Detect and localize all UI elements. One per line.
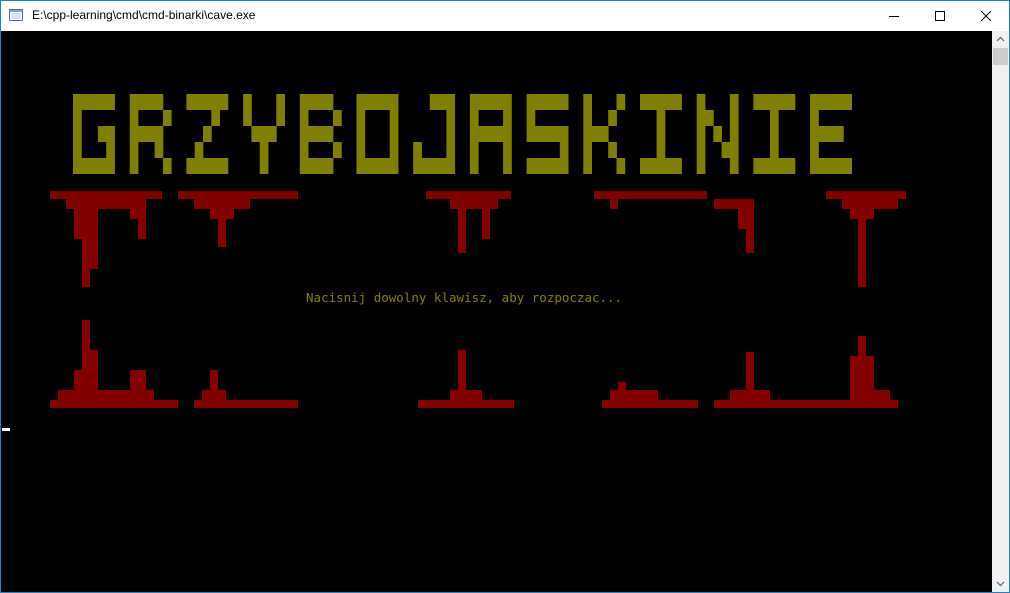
text-cursor xyxy=(2,428,10,431)
chevron-down-icon xyxy=(996,581,1005,587)
scroll-down-button[interactable] xyxy=(992,575,1009,592)
scroll-thumb[interactable] xyxy=(993,48,1008,65)
stalactite-block xyxy=(50,400,178,408)
stalactite-block xyxy=(842,199,898,209)
stalactite-block xyxy=(594,191,707,199)
title-letter xyxy=(696,94,739,174)
stalactite-block xyxy=(122,390,154,400)
title-letter xyxy=(413,94,456,174)
stalactite-block xyxy=(194,400,298,408)
scroll-up-button[interactable] xyxy=(992,31,1009,48)
console-app-icon xyxy=(9,9,23,21)
stalactite-block xyxy=(58,390,106,400)
stalactite-block xyxy=(426,191,511,199)
stalactite-block xyxy=(82,269,90,287)
title-letter xyxy=(810,94,852,174)
stalactite-block xyxy=(458,350,466,390)
game-art xyxy=(50,94,906,408)
stalactite-block xyxy=(82,350,98,370)
stalactite-block xyxy=(218,219,226,247)
stalactite-block xyxy=(194,199,250,209)
stalactite-block xyxy=(850,390,890,400)
title-letter xyxy=(640,94,682,174)
stalactite-block xyxy=(858,336,866,356)
stalactite-block xyxy=(138,219,146,239)
stalactite-block xyxy=(610,390,658,400)
title-letter xyxy=(583,94,626,174)
stalactite-block xyxy=(602,400,698,408)
stalactite-block xyxy=(74,209,98,239)
title-letter xyxy=(243,94,285,174)
stalactite-block xyxy=(106,199,146,209)
stalactite-block xyxy=(730,390,770,400)
stalactite-block xyxy=(610,199,618,209)
stalactite-block xyxy=(746,229,754,253)
console-window: E:\cpp-learning\cmd\cmd-binarki\cave.exe… xyxy=(0,0,1010,593)
stalactite-block xyxy=(850,209,874,219)
title-letter xyxy=(469,94,512,174)
title-letter xyxy=(356,94,399,174)
stalactite-block xyxy=(714,199,754,209)
stalactite-block xyxy=(450,199,498,209)
stalactite-block xyxy=(850,356,874,390)
minimize-icon xyxy=(889,16,899,17)
stalactite-block xyxy=(858,219,866,287)
maximize-icon xyxy=(935,11,945,21)
console-output[interactable]: Nacisnij dowolny klawisz, aby rozpoczac.… xyxy=(1,31,992,592)
stalactite-block xyxy=(738,209,754,229)
title-letter xyxy=(299,94,342,174)
title-letter xyxy=(129,94,172,174)
stalactite-block xyxy=(482,209,490,239)
stalactite-block xyxy=(746,352,754,390)
minimize-button[interactable] xyxy=(871,1,917,31)
maximize-button[interactable] xyxy=(917,1,963,31)
stalactite-block xyxy=(66,199,106,209)
stalactite-block xyxy=(714,400,898,408)
close-icon xyxy=(981,11,991,21)
title-bar[interactable]: E:\cpp-learning\cmd\cmd-binarki\cave.exe xyxy=(1,1,1009,31)
title-letter xyxy=(526,94,569,174)
stalactite-block xyxy=(130,209,146,219)
vertical-scrollbar[interactable] xyxy=(992,31,1009,592)
stalactite-block xyxy=(106,390,122,400)
stalactite-block xyxy=(418,400,514,408)
title-letter xyxy=(73,94,115,174)
press-any-key-prompt: Nacisnij dowolny klawisz, aby rozpoczac.… xyxy=(306,290,623,305)
stalactite-block xyxy=(210,370,218,390)
stalactite-block xyxy=(458,209,466,253)
stalactite-block xyxy=(450,390,482,400)
stalactite-block xyxy=(74,370,98,390)
chevron-up-icon xyxy=(996,36,1005,42)
close-button[interactable] xyxy=(963,1,1009,31)
stalactite-block xyxy=(130,370,146,390)
stalactite-block xyxy=(82,239,98,269)
game-title-logo xyxy=(73,94,852,174)
stalactite-block xyxy=(50,191,162,199)
stalactite-block xyxy=(210,209,234,219)
stalactite-block xyxy=(202,390,226,400)
stalactite-block xyxy=(826,191,906,199)
stalactite-block xyxy=(82,320,90,350)
title-letter xyxy=(186,94,229,174)
stalactite-block xyxy=(618,382,626,390)
stalactite-block xyxy=(178,191,298,199)
window-title: E:\cpp-learning\cmd\cmd-binarki\cave.exe xyxy=(32,8,256,22)
title-letter xyxy=(753,94,796,174)
